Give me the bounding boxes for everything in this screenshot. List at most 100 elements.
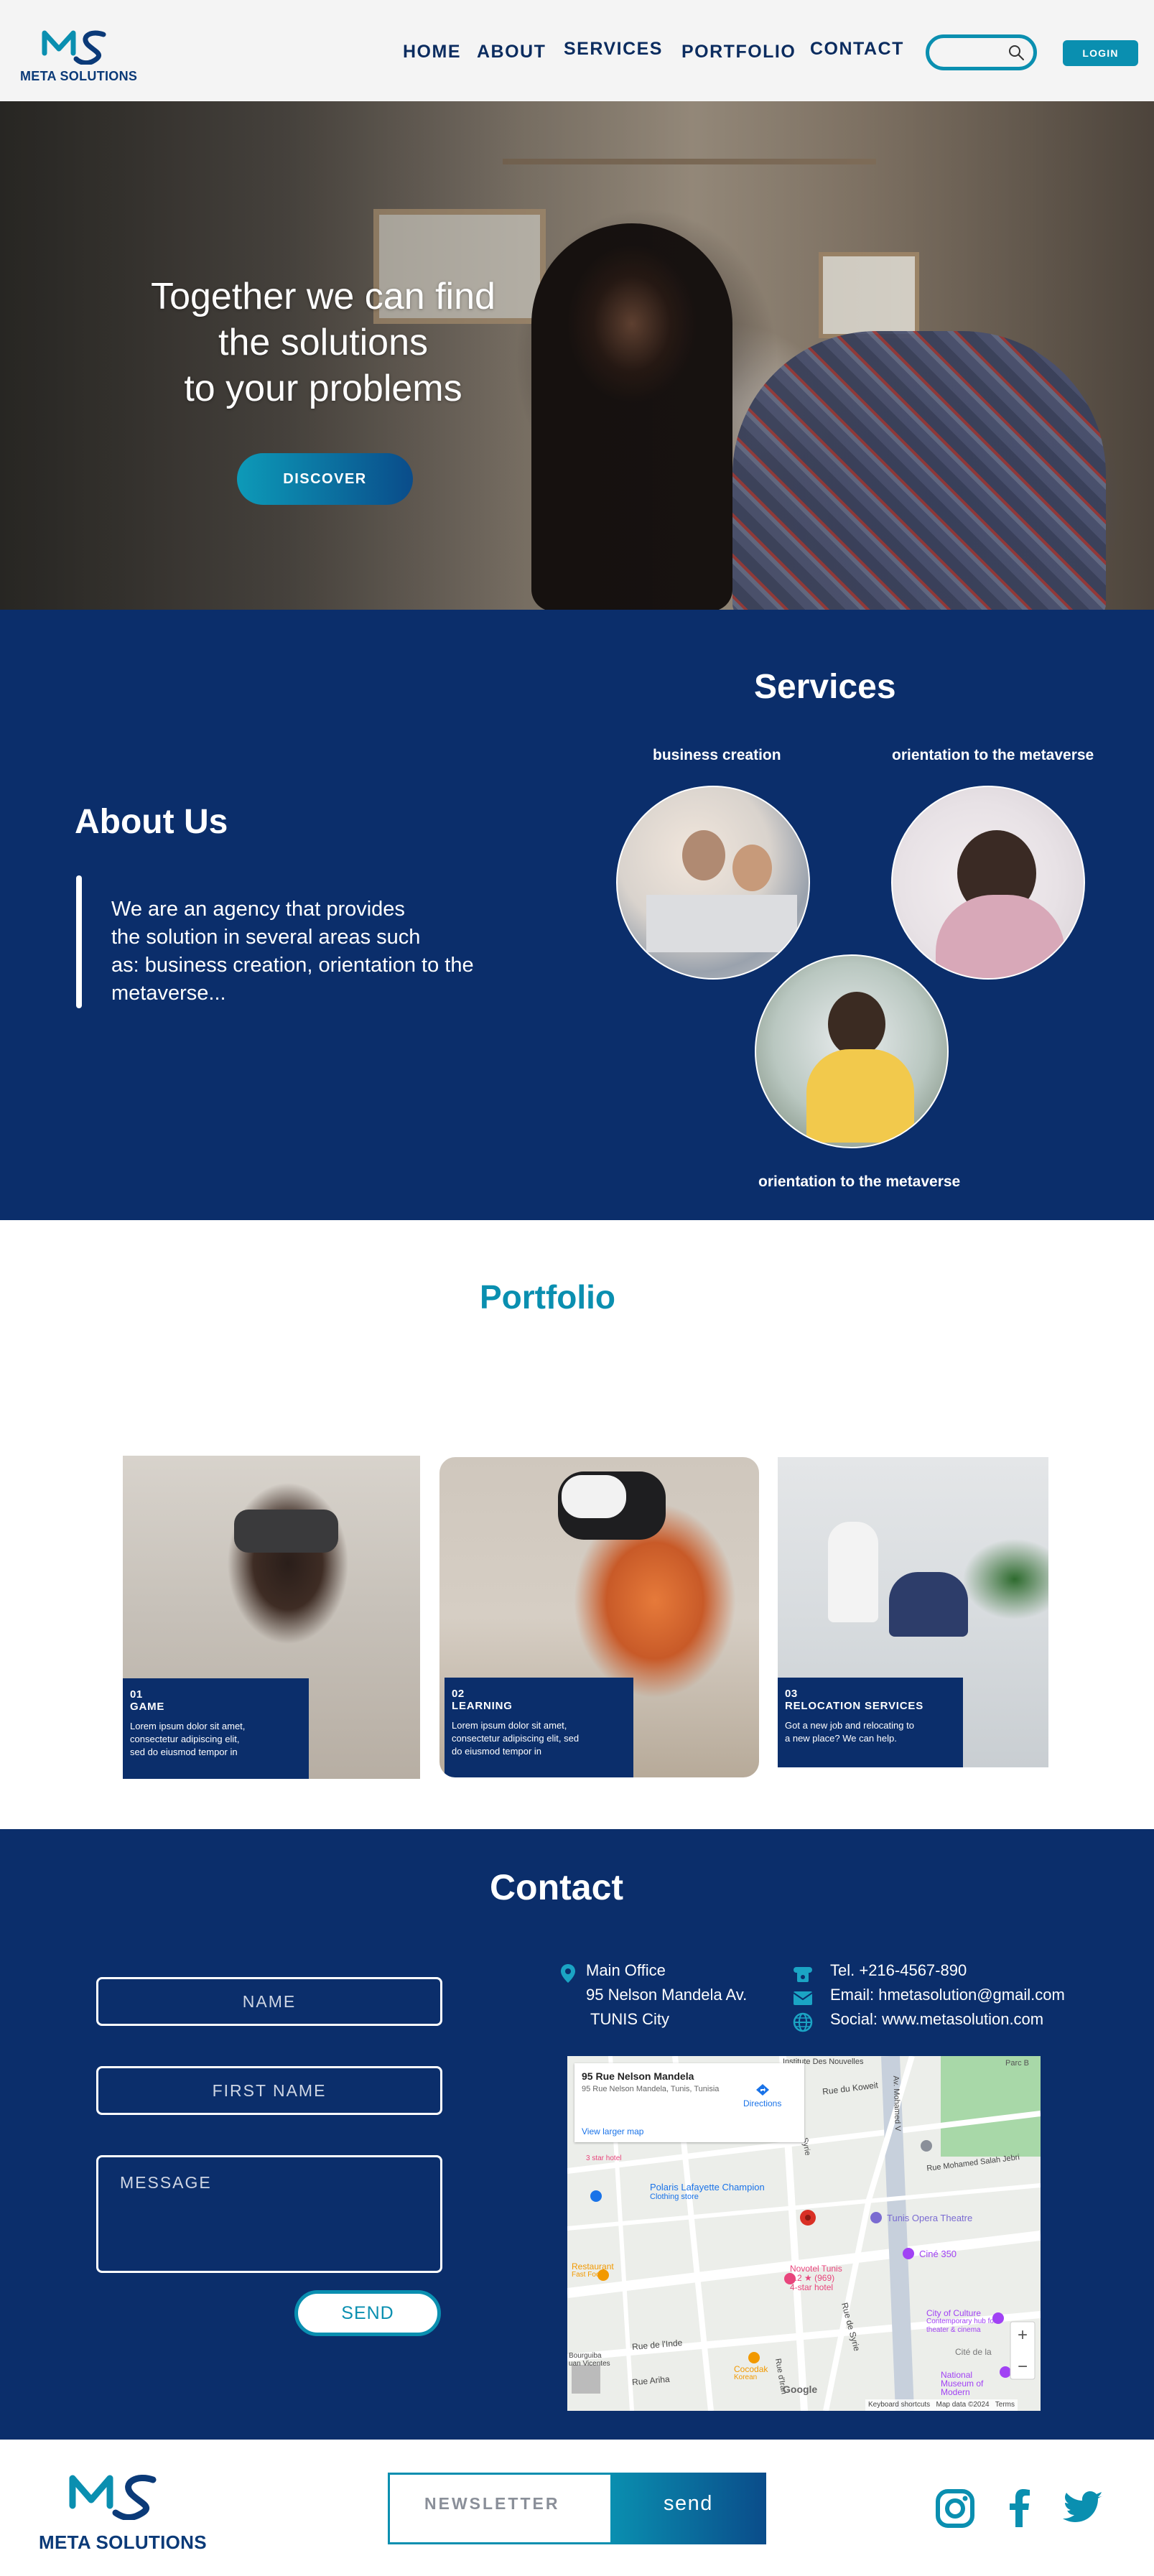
map-label: Ciné 350 <box>919 2249 957 2259</box>
map-label-line: Contemporary hub for theater & cinema <box>926 2317 997 2334</box>
map-keyboard-shortcuts[interactable]: Keyboard shortcuts <box>868 2401 930 2409</box>
newsletter-send-button[interactable]: send <box>610 2473 766 2544</box>
address-line: 95 Nelson Mandela Av. <box>586 1986 748 2004</box>
first-name-field[interactable]: FIRST NAME <box>96 2066 442 2115</box>
map-label-line: Bourguiba <box>569 2352 602 2360</box>
location-pin-icon <box>561 1964 575 1983</box>
hero-title: Together we can find the solutions to yo… <box>108 274 539 411</box>
about-accent-bar <box>76 875 82 1008</box>
service-image-person <box>732 845 772 891</box>
map-label-line: Cocodak <box>734 2364 768 2374</box>
about-text-line: metaverse... <box>111 982 226 1005</box>
nav-contact[interactable]: CONTACT <box>810 39 904 60</box>
footer-logo-icon[interactable] <box>68 2473 162 2520</box>
service-image-business-creation[interactable] <box>616 786 810 980</box>
portfolio-card-desc: Lorem ipsum dolor sit amet, consectetur … <box>452 1719 626 1758</box>
service-image-person <box>936 895 1065 978</box>
portfolio-image-person <box>828 1522 878 1622</box>
discover-button[interactable]: DISCOVER <box>237 453 413 505</box>
map-footer: Keyboard shortcuts Map data ©2024 Terms <box>865 2399 1018 2411</box>
service-label: orientation to the metaverse <box>892 747 1094 763</box>
address-line: Main Office <box>586 1961 666 1979</box>
map-label-line: Polaris Lafayette Champion <box>650 2182 765 2193</box>
portfolio-card-caption: 02 LEARNING Lorem ipsum dolor sit amet, … <box>445 1678 633 1777</box>
search-icon[interactable] <box>1008 44 1025 61</box>
service-image-person <box>806 1049 914 1143</box>
message-field[interactable]: MESSAGE <box>96 2155 442 2273</box>
map-place-title: 95 Rue Nelson Mandela <box>582 2070 694 2082</box>
map-view-larger-link[interactable]: View larger map <box>582 2126 643 2136</box>
about-text: We are an agency that provides the solut… <box>111 896 542 1008</box>
contact-social: Social: www.metasolution.com <box>830 2010 1044 2028</box>
portfolio-card-desc-line: sed do eiusmod tempor in <box>130 1747 238 1757</box>
map-label: Parc B <box>1005 2059 1030 2068</box>
portfolio-card-learning[interactable]: 02 LEARNING Lorem ipsum dolor sit amet, … <box>439 1457 759 1777</box>
about-text-line: as: business creation, orientation to th… <box>111 954 474 977</box>
portfolio-card-desc-line: Lorem ipsum dolor sit amet, <box>130 1721 246 1731</box>
portfolio-card-caption: 03 RELOCATION SERVICES Got a new job and… <box>778 1678 963 1767</box>
search-input[interactable] <box>926 34 1037 70</box>
portfolio-card-title: GAME <box>130 1701 165 1713</box>
contact-tel: Tel. +216-4567-890 <box>830 1961 967 1979</box>
about-text-line: We are an agency that provides <box>111 898 405 921</box>
nav-portfolio[interactable]: PORTFOLIO <box>681 42 796 62</box>
map-terms[interactable]: Terms <box>995 2401 1015 2409</box>
twitter-icon[interactable] <box>1063 2487 1106 2530</box>
about-services-section: About Us We are an agency that provides … <box>0 610 1154 1220</box>
map-label: Cité de la <box>955 2347 992 2357</box>
nav-about[interactable]: ABOUT <box>477 42 546 62</box>
nav-home[interactable]: HOME <box>403 42 461 62</box>
map-label-line: Restaurant <box>572 2261 614 2272</box>
map-label: 3 star hotel <box>586 2154 622 2162</box>
map-label-line: uan Vicentes <box>569 2360 610 2368</box>
newsletter-input[interactable]: NEWSLETTER <box>388 2473 610 2544</box>
portfolio-card-desc-line: consectetur adipiscing elit, <box>130 1734 240 1744</box>
portfolio-card-desc-line: a new place? We can help. <box>785 1733 897 1744</box>
phone-icon <box>794 1967 812 1982</box>
service-image-metaverse-vr[interactable] <box>891 786 1085 980</box>
instagram-icon[interactable] <box>934 2487 977 2530</box>
globe-icon <box>793 2012 813 2032</box>
portfolio-card-title: LEARNING <box>452 1700 513 1712</box>
hero-section: Together we can find the solutions to yo… <box>0 101 1154 610</box>
map-place-address: 95 Rue Nelson Mandela, Tunis, Tunisia <box>582 2085 720 2093</box>
about-text-line: the solution in several areas such <box>111 926 421 949</box>
portfolio-section: Portfolio 01 GAME Lorem ipsum dolor sit … <box>0 1220 1154 1829</box>
map-label: City of Culture Contemporary hub for the… <box>926 2309 1005 2335</box>
portfolio-card-desc-line: consectetur adipiscing elit, sed <box>452 1733 580 1744</box>
about-title: About Us <box>75 803 228 841</box>
portfolio-card-number: 02 <box>452 1688 465 1700</box>
facebook-icon[interactable] <box>998 2487 1041 2530</box>
hero-title-line: the solutions <box>218 322 428 363</box>
send-button[interactable]: SEND <box>294 2290 441 2336</box>
site-footer: META SOLUTIONS NEWSLETTER send <box>0 2440 1154 2576</box>
map-zoom-out[interactable]: − <box>1018 2357 1028 2376</box>
service-image-metaverse-boy[interactable] <box>755 954 949 1148</box>
map-directions-label[interactable]: Directions <box>743 2098 781 2108</box>
address-line: TUNIS City <box>590 2010 669 2028</box>
name-field[interactable]: NAME <box>96 1977 442 2026</box>
map-label-line: City of Culture <box>926 2308 982 2318</box>
portfolio-card-title: RELOCATION SERVICES <box>785 1700 924 1712</box>
service-label: business creation <box>653 747 781 763</box>
login-button[interactable]: LOGIN <box>1063 40 1138 66</box>
map-label: Novotel Tunis 4.2 ★ (969) 4-star hotel <box>790 2264 842 2292</box>
directions-icon <box>755 2084 769 2096</box>
map-label-line: 4-star hotel <box>790 2282 834 2292</box>
logo-text: META SOLUTIONS <box>20 69 138 83</box>
embedded-map[interactable]: + − Polaris Lafayette Champion Clothing … <box>567 2056 1041 2411</box>
portfolio-card-relocation[interactable]: 03 RELOCATION SERVICES Got a new job and… <box>778 1457 1048 1767</box>
portfolio-card-number: 01 <box>130 1688 143 1701</box>
portfolio-card-game[interactable]: 01 GAME Lorem ipsum dolor sit amet, cons… <box>123 1456 420 1779</box>
nav-services[interactable]: SERVICES <box>564 39 663 60</box>
portfolio-title: Portfolio <box>479 1278 616 1316</box>
hero-title-line: to your problems <box>184 368 462 409</box>
map-zoom-in[interactable]: + <box>1018 2325 1028 2345</box>
footer-logo-text[interactable]: META SOLUTIONS <box>39 2531 207 2554</box>
services-title: Services <box>754 668 896 706</box>
map-google-logo: Google <box>783 2384 818 2395</box>
service-image-person <box>682 830 725 880</box>
map-label: Cocodak Korean <box>734 2365 768 2382</box>
map-place-card: 95 Rue Nelson Mandela 95 Rue Nelson Mand… <box>574 2063 804 2142</box>
map-directions-button[interactable]: Directions <box>743 2083 781 2108</box>
